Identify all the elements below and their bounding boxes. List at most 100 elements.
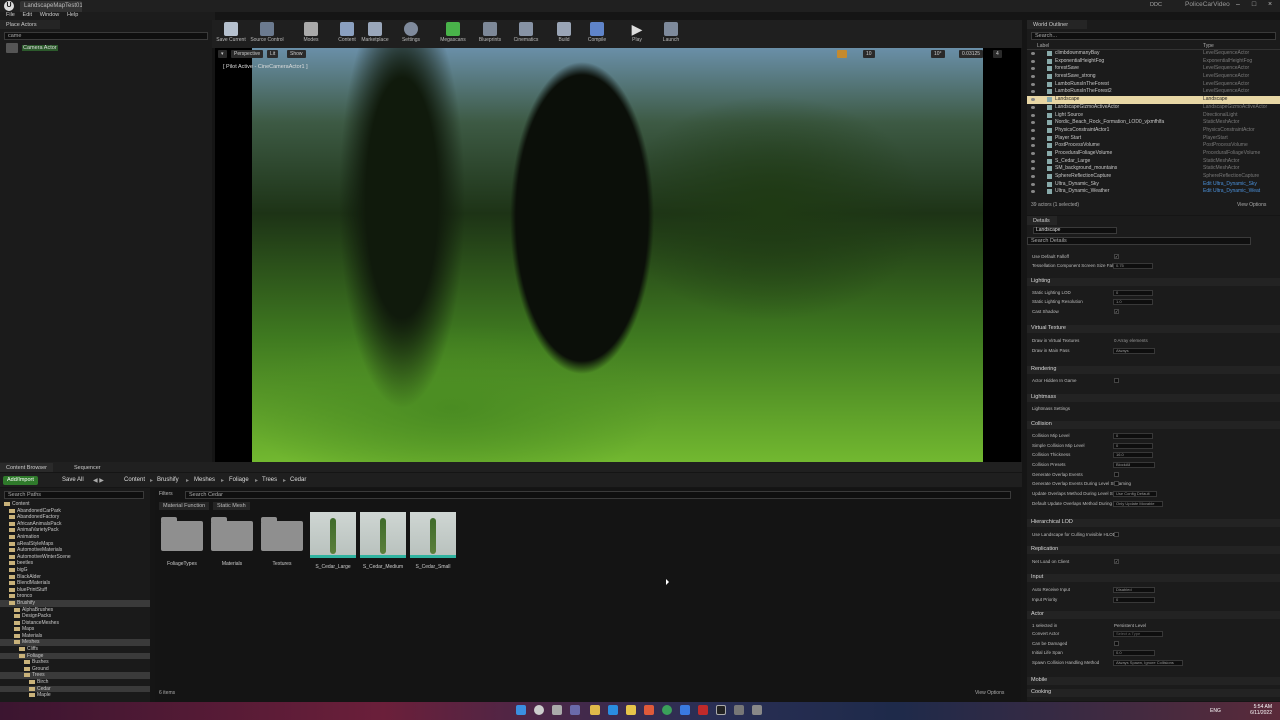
view-options-button[interactable]: View Options [1237, 202, 1266, 208]
tessellation-value[interactable]: 0.75 [1113, 263, 1153, 269]
save-current-button[interactable]: Save Current [214, 22, 248, 43]
crumb-foliage[interactable]: Foliage [229, 477, 249, 483]
update-overlaps-dropdown[interactable]: Use Config Default [1113, 491, 1157, 497]
visibility-eye-icon[interactable] [1031, 90, 1035, 94]
blueprints-button[interactable]: Blueprints [473, 22, 507, 43]
visibility-eye-icon[interactable] [1031, 113, 1035, 117]
tree-item[interactable]: aRealStyleMaps [0, 541, 150, 548]
tab-content-browser[interactable]: Content Browser [0, 463, 53, 472]
cinematics-button[interactable]: Cinematics [509, 22, 543, 43]
tab-sequencer[interactable]: Sequencer [68, 463, 107, 472]
tree-item[interactable]: bronco [0, 593, 150, 600]
outliner-search[interactable]: Search... [1031, 32, 1276, 40]
close-icon[interactable]: × [1262, 1, 1278, 8]
asset-folder[interactable]: Materials [209, 512, 255, 567]
chrome-icon[interactable] [662, 705, 672, 715]
start-icon[interactable] [516, 705, 526, 715]
visibility-eye-icon[interactable] [1031, 67, 1035, 71]
table-row[interactable]: climbdownmanyBay LevelSequenceActor [1027, 50, 1280, 58]
firefox-icon[interactable] [644, 705, 654, 715]
tree-item[interactable]: BlendMaterials [0, 580, 150, 587]
col-type[interactable]: Type [1203, 43, 1214, 49]
visibility-eye-icon[interactable] [1031, 52, 1035, 55]
section-collision[interactable]: Collision [1027, 421, 1280, 429]
section-rendering[interactable]: Rendering [1027, 366, 1280, 374]
show-button[interactable]: Show [287, 50, 306, 58]
asset-static-mesh[interactable]: S_Cedar_Medium [360, 512, 406, 570]
tree-item[interactable]: Materials [0, 633, 150, 640]
crumb-cedar[interactable]: Cedar [290, 477, 306, 483]
launch-button[interactable]: Launch [654, 22, 688, 43]
build-button[interactable]: Build [547, 22, 581, 43]
modes-button[interactable]: Modes [294, 22, 328, 43]
app-icon[interactable] [698, 705, 708, 715]
static-lighting-lod-value[interactable]: 0 [1113, 290, 1153, 296]
marketplace-button[interactable]: Marketplace [358, 22, 392, 43]
viewport-menu-button[interactable]: ▾ [218, 50, 227, 58]
asset-folder[interactable]: Textures [259, 512, 305, 567]
list-item[interactable]: Camera Actor [0, 43, 212, 55]
tree-item[interactable]: Meshes [0, 639, 150, 647]
visibility-eye-icon[interactable] [1031, 144, 1035, 148]
tree-item[interactable]: Bushes [0, 659, 150, 666]
tree-item[interactable]: AlphaBrushes [0, 607, 150, 614]
tree-item[interactable]: bluePrintStuff [0, 587, 150, 594]
grid-snap-value[interactable]: 10 [863, 50, 875, 58]
language-indicator[interactable]: ENG [1210, 708, 1221, 714]
visibility-eye-icon[interactable] [1031, 75, 1035, 79]
asset-static-mesh[interactable]: S_Cedar_Small [410, 512, 456, 570]
asset-static-mesh[interactable]: S_Cedar_Large [310, 512, 356, 570]
edge-icon[interactable] [608, 705, 618, 715]
add-import-button[interactable]: Add/Import [3, 476, 38, 485]
crumb-brushify[interactable]: Brushify [157, 477, 179, 483]
search-assets-input[interactable]: Search Cedar [185, 491, 1011, 499]
visibility-eye-icon[interactable] [1031, 59, 1035, 63]
table-row[interactable]: ExponentialHeightFog ExponentialHeightFog [1027, 58, 1280, 66]
menu-help[interactable]: Help [67, 12, 78, 18]
table-row[interactable]: ProceduralFoliageVolume ProceduralFoliage… [1027, 150, 1280, 158]
play-button[interactable]: ▶ Play [620, 22, 654, 43]
table-row[interactable]: Light Source DirectionalLight [1027, 112, 1280, 120]
megascans-button[interactable]: Megascans [436, 22, 470, 43]
table-row[interactable]: LamboRunsInTheForest2 LevelSequenceActor [1027, 88, 1280, 96]
table-row[interactable]: LandscapeGizmoActiveActor LandscapeGizmoA… [1027, 104, 1280, 112]
visibility-eye-icon[interactable] [1031, 151, 1035, 155]
can-be-damaged-checkbox[interactable] [1114, 641, 1119, 646]
task-view-icon[interactable] [552, 705, 562, 715]
table-row[interactable]: Landscape Landscape [1027, 96, 1280, 104]
table-row[interactable]: SphereReflectionCapture SphereReflectionC… [1027, 173, 1280, 181]
widgets-icon[interactable] [570, 705, 580, 715]
crumb-meshes[interactable]: Meshes [194, 477, 215, 483]
tree-item[interactable]: DistanceMeshes [0, 620, 150, 627]
overlap-events-checkbox[interactable] [1114, 472, 1119, 477]
tree-item[interactable]: AnimalVarietyPack [0, 527, 150, 534]
visibility-eye-icon[interactable] [1031, 167, 1035, 171]
visibility-eye-icon[interactable] [1031, 128, 1035, 132]
visibility-eye-icon[interactable] [1031, 159, 1035, 163]
app-icon[interactable] [752, 705, 762, 715]
actor-type[interactable]: Edit Ultra_Dynamic_Weat [1203, 188, 1260, 194]
tree-item[interactable]: Birch [0, 679, 150, 686]
viewport-scene[interactable] [252, 48, 983, 462]
collision-thickness-value[interactable]: 16.0 [1113, 452, 1153, 458]
tree-item[interactable]: DesignPacks [0, 613, 150, 620]
tree-item[interactable]: Animation [0, 534, 150, 541]
col-label[interactable]: Label [1037, 43, 1049, 49]
place-actors-search[interactable]: came [4, 32, 208, 40]
app-icon[interactable] [734, 705, 744, 715]
tree-item[interactable]: AbandonedCarPark [0, 508, 150, 515]
tree-item[interactable]: Maps [0, 626, 150, 633]
explorer-icon[interactable] [590, 705, 600, 715]
overlap-streaming-checkbox[interactable] [1114, 481, 1119, 486]
tree-item[interactable]: AutomotiveWinterScene [0, 554, 150, 561]
use-default-falloff-checkbox[interactable]: ✓ [1114, 254, 1119, 259]
simple-collision-mip-value[interactable]: 0 [1113, 443, 1153, 449]
perspective-button[interactable]: Perspective [231, 50, 264, 58]
visibility-eye-icon[interactable] [1031, 175, 1035, 178]
tree-item[interactable]: Brushify [0, 599, 150, 607]
back-icon[interactable]: ◀ ▶ [93, 477, 104, 484]
view-options-button[interactable]: View Options [975, 690, 1004, 696]
level-viewport[interactable]: ▾ Perspective Lit Show 10 10° 0.03125 4 … [215, 48, 1021, 462]
input-priority-value[interactable]: 0 [1113, 597, 1155, 603]
tree-item[interactable]: AbandonedFactory [0, 514, 150, 521]
